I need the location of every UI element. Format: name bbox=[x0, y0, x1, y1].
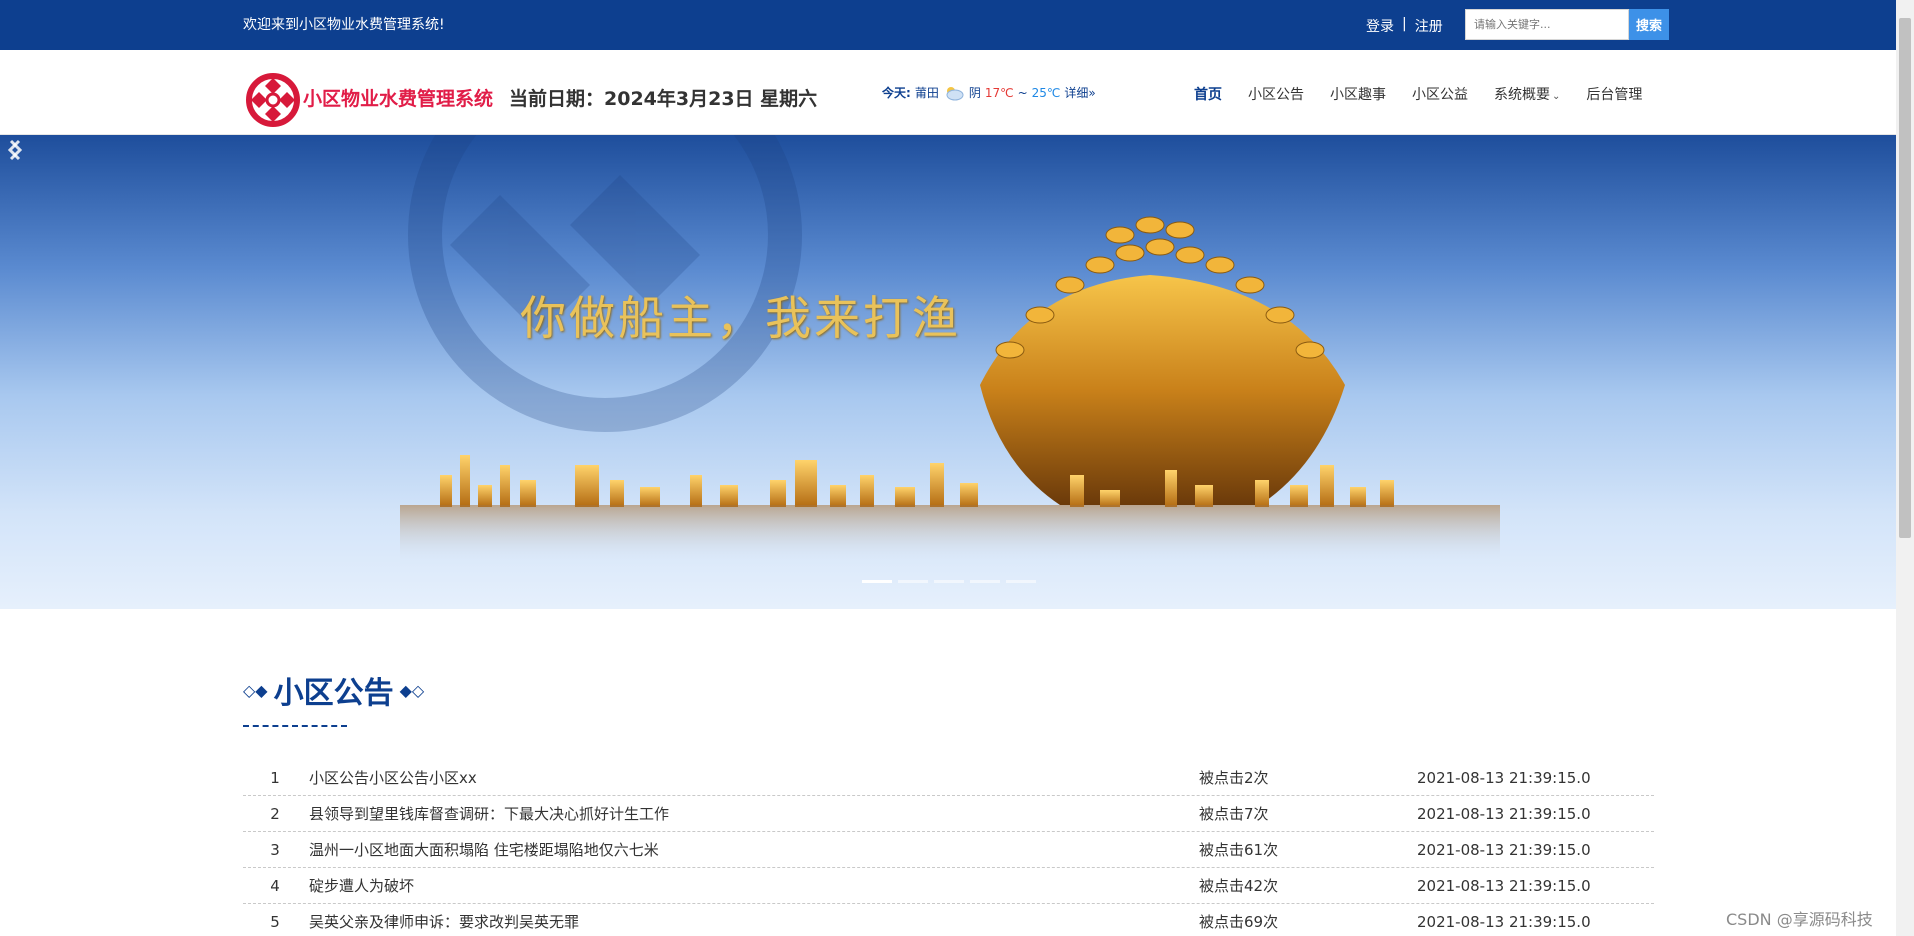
scrollbar-thumb[interactable] bbox=[1899, 18, 1911, 538]
notice-row[interactable]: 4 碇步遭人为破坏 被点击42次 2021-08-13 21:39:15.0 bbox=[243, 868, 1654, 904]
register-link[interactable]: 注册 bbox=[1415, 16, 1443, 36]
diamond-decoration-icon: ◆◇ bbox=[399, 680, 425, 700]
nav-item-stories[interactable]: 小区趣事 bbox=[1330, 84, 1386, 104]
diamond-decoration-icon: ◇◆ bbox=[243, 680, 268, 700]
search-input[interactable] bbox=[1465, 9, 1629, 40]
nav-item-admin[interactable]: 后台管理 bbox=[1586, 84, 1642, 104]
notice-row[interactable]: 3 温州一小区地面大面积塌陷 住宅楼距塌陷地仅六七米 被点击61次 2021-0… bbox=[243, 832, 1654, 868]
watermark-text: CSDN @享源码科技 bbox=[1726, 910, 1873, 929]
main-nav: 首页 小区公告 小区趣事 小区公益 系统概要 ⌄ 后台管理 bbox=[1194, 84, 1642, 104]
search-bar: 搜索 bbox=[1465, 9, 1669, 40]
notice-row[interactable]: 2 县领导到望里钱库督查调研：下最大决心抓好计生工作 被点击7次 2021-08… bbox=[243, 796, 1654, 832]
welcome-text: 欢迎来到小区物业水费管理系统! bbox=[243, 17, 445, 33]
notice-time: 2021-08-13 21:39:15.0 bbox=[1417, 876, 1591, 895]
notice-index: 3 bbox=[270, 840, 280, 859]
weather-tilde: ~ bbox=[1017, 85, 1028, 100]
notice-clicks: 被点击42次 bbox=[1199, 877, 1279, 895]
notice-index: 4 bbox=[270, 876, 280, 895]
nav-item-notices[interactable]: 小区公告 bbox=[1248, 84, 1304, 104]
notice-clicks: 被点击7次 bbox=[1199, 805, 1269, 823]
carousel-dot[interactable] bbox=[1006, 580, 1036, 583]
weather-city: 莆田 bbox=[914, 86, 939, 100]
notice-time: 2021-08-13 21:39:15.0 bbox=[1417, 912, 1591, 931]
notice-title[interactable]: 碇步遭人为破坏 bbox=[307, 875, 1199, 896]
notice-clicks: 被点击61次 bbox=[1199, 841, 1279, 859]
weather-label: 今天: bbox=[882, 86, 911, 100]
notice-index: 5 bbox=[270, 912, 280, 931]
notice-title[interactable]: 温州一小区地面大面积塌陷 住宅楼距塌陷地仅六七米 bbox=[307, 839, 1199, 860]
auth-separator: | bbox=[1402, 16, 1407, 32]
carousel-next-arrow-icon[interactable] bbox=[0, 135, 30, 165]
weather-widget: 今天: 莆田 阴 17℃ ~ 25℃ 详细» bbox=[882, 84, 1096, 101]
carousel-dot[interactable] bbox=[934, 580, 964, 583]
current-date: 当前日期：2024年3月23日 星期六 bbox=[509, 88, 818, 110]
notice-time: 2021-08-13 21:39:15.0 bbox=[1417, 840, 1591, 859]
search-button[interactable]: 搜索 bbox=[1629, 9, 1669, 40]
notice-clicks: 被点击2次 bbox=[1199, 769, 1269, 787]
weather-detail-link[interactable]: 详细» bbox=[1064, 84, 1095, 101]
cloudy-weather-icon bbox=[946, 86, 964, 100]
notice-time: 2021-08-13 21:39:15.0 bbox=[1417, 804, 1591, 823]
auth-links: 登录 | 注册 bbox=[1366, 16, 1443, 36]
weather-condition: 阴 bbox=[968, 86, 981, 100]
site-logo-icon[interactable] bbox=[243, 70, 303, 130]
nav-item-overview[interactable]: 系统概要 ⌄ bbox=[1494, 84, 1560, 104]
section-title: ◇◆ 小区公告 ◆◇ bbox=[243, 668, 424, 712]
notice-row[interactable]: 5 吴英父亲及律师申诉：要求改判吴英无罪 被点击69次 2021-08-13 2… bbox=[243, 904, 1654, 936]
banner-slogan: 你做船主，我来打渔 bbox=[520, 291, 961, 345]
top-bar: 欢迎来到小区物业水费管理系统! 登录 | 注册 搜索 bbox=[0, 0, 1896, 50]
section-underline bbox=[243, 725, 347, 727]
carousel-dot[interactable] bbox=[862, 580, 892, 583]
carousel-dot[interactable] bbox=[898, 580, 928, 583]
notice-list: 1 小区公告小区公告小区xx 被点击2次 2021-08-13 21:39:15… bbox=[243, 760, 1654, 936]
weather-high: 17℃ bbox=[984, 85, 1014, 100]
notice-title[interactable]: 小区公告小区公告小区xx bbox=[307, 767, 1199, 788]
carousel-dot[interactable] bbox=[970, 580, 1000, 583]
nav-item-charity[interactable]: 小区公益 bbox=[1412, 84, 1468, 104]
nav-item-overview-label: 系统概要 bbox=[1494, 87, 1550, 103]
banner-image bbox=[400, 135, 1500, 565]
notice-title[interactable]: 吴英父亲及律师申诉：要求改判吴英无罪 bbox=[307, 911, 1199, 932]
section-title-text: 小区公告 bbox=[273, 676, 394, 711]
nav-item-home[interactable]: 首页 bbox=[1194, 84, 1222, 104]
header: 小区物业水费管理系统 当前日期：2024年3月23日 星期六 今天: 莆田 阴 … bbox=[0, 50, 1896, 135]
page-scrollbar[interactable] bbox=[1896, 0, 1914, 936]
banner-carousel: 你做船主，我来打渔 bbox=[0, 135, 1896, 609]
notice-time: 2021-08-13 21:39:15.0 bbox=[1417, 768, 1591, 787]
chevron-down-icon: ⌄ bbox=[1552, 91, 1561, 102]
carousel-indicators bbox=[862, 580, 1036, 583]
weather-low: 25℃ bbox=[1031, 85, 1061, 100]
page: 欢迎来到小区物业水费管理系统! 登录 | 注册 搜索 小区物业水费管理系统 当前… bbox=[0, 0, 1914, 936]
notice-index: 1 bbox=[270, 768, 280, 787]
login-link[interactable]: 登录 bbox=[1366, 16, 1394, 36]
site-title: 小区物业水费管理系统 bbox=[303, 88, 494, 110]
notice-title[interactable]: 县领导到望里钱库督查调研：下最大决心抓好计生工作 bbox=[307, 803, 1199, 824]
notice-clicks: 被点击69次 bbox=[1199, 913, 1279, 931]
notice-row[interactable]: 1 小区公告小区公告小区xx 被点击2次 2021-08-13 21:39:15… bbox=[243, 760, 1654, 796]
notice-index: 2 bbox=[270, 804, 280, 823]
